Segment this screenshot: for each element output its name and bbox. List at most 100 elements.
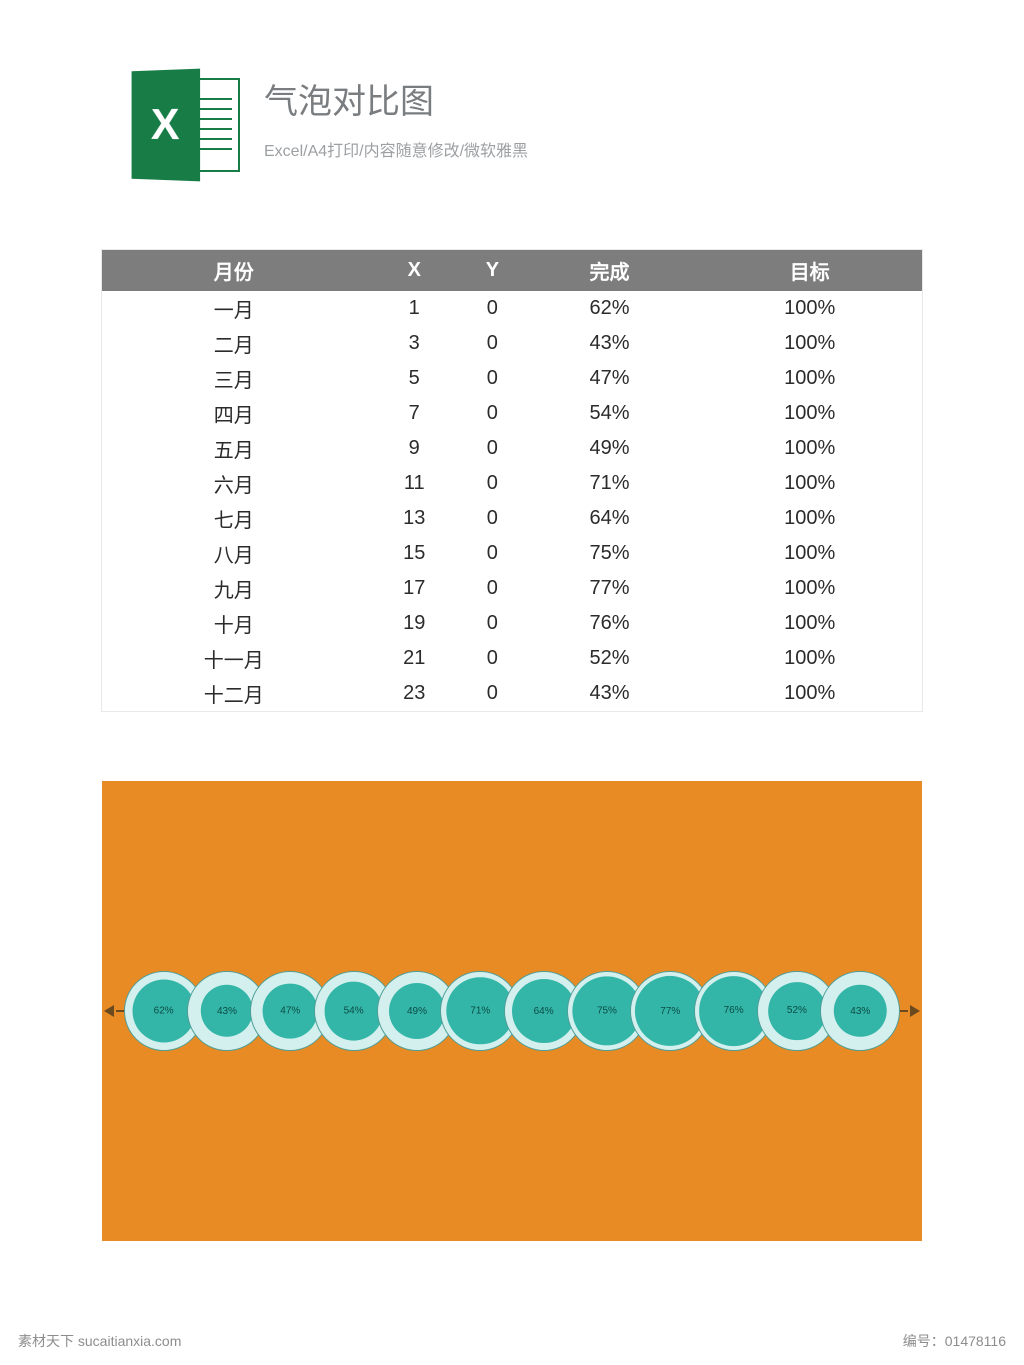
- cell-complete: 43%: [522, 676, 698, 711]
- cell-month: 九月: [102, 571, 365, 606]
- col-y: Y: [463, 250, 522, 291]
- cell-month: 六月: [102, 466, 365, 501]
- footer-source: 素材天下 sucaitianxia.com: [18, 1331, 181, 1351]
- cell-target: 100%: [697, 431, 922, 466]
- cell-complete: 43%: [522, 326, 698, 361]
- cell-complete: 54%: [522, 396, 698, 431]
- bubble-label: 76%: [724, 1005, 744, 1016]
- cell-x: 15: [365, 536, 463, 571]
- cell-y: 0: [463, 291, 522, 326]
- cell-y: 0: [463, 466, 522, 501]
- cell-x: 21: [365, 641, 463, 676]
- header: X 气泡对比图 Excel/A4打印/内容随意修改/微软雅黑: [102, 70, 922, 180]
- cell-target: 100%: [697, 606, 922, 641]
- excel-icon-letter: X: [151, 100, 180, 151]
- cell-target: 100%: [697, 291, 922, 326]
- data-table: 月份 X Y 完成 目标 一月1062%100%二月3043%100%三月504…: [102, 250, 922, 711]
- cell-month: 二月: [102, 326, 365, 361]
- table-row: 一月1062%100%: [102, 291, 922, 326]
- cell-month: 五月: [102, 431, 365, 466]
- bubble-label: 43%: [217, 1005, 237, 1016]
- table-row: 二月3043%100%: [102, 326, 922, 361]
- cell-complete: 52%: [522, 641, 698, 676]
- table-row: 三月5047%100%: [102, 361, 922, 396]
- bubble-slot: 64%: [512, 971, 575, 1051]
- cell-y: 0: [463, 571, 522, 606]
- bubble-slot: 76%: [702, 971, 765, 1051]
- footer: 素材天下 sucaitianxia.com 编号：01478116: [0, 1331, 1024, 1351]
- bubble-complete: 47%: [263, 984, 318, 1039]
- cell-x: 17: [365, 571, 463, 606]
- cell-x: 13: [365, 501, 463, 536]
- cell-target: 100%: [697, 676, 922, 711]
- cell-month: 三月: [102, 361, 365, 396]
- cell-x: 11: [365, 466, 463, 501]
- cell-y: 0: [463, 536, 522, 571]
- bubble-label: 52%: [787, 1006, 807, 1017]
- cell-x: 19: [365, 606, 463, 641]
- bubbles-row: 62% 43% 47% 54% 49%71%64% 75% 77% 76% 52% 43%: [132, 971, 892, 1051]
- table-row: 九月17077%100%: [102, 571, 922, 606]
- cell-y: 0: [463, 396, 522, 431]
- bubble-label: 62%: [154, 1005, 174, 1016]
- excel-icon: X: [130, 70, 240, 180]
- cell-y: 0: [463, 606, 522, 641]
- bubble-slot: 49%: [385, 971, 448, 1051]
- cell-x: 1: [365, 291, 463, 326]
- cell-month: 十月: [102, 606, 365, 641]
- cell-target: 100%: [697, 396, 922, 431]
- cell-complete: 76%: [522, 606, 698, 641]
- bubble-slot: 54%: [322, 971, 385, 1051]
- cell-y: 0: [463, 431, 522, 466]
- cell-month: 四月: [102, 396, 365, 431]
- cell-target: 100%: [697, 466, 922, 501]
- cell-complete: 71%: [522, 466, 698, 501]
- cell-month: 七月: [102, 501, 365, 536]
- cell-complete: 64%: [522, 501, 698, 536]
- footer-id: 编号：01478116: [903, 1331, 1006, 1351]
- bubble-complete: 52%: [768, 982, 826, 1040]
- bubble-slot: 71%: [449, 971, 512, 1051]
- table-row: 五月9049%100%: [102, 431, 922, 466]
- cell-complete: 75%: [522, 536, 698, 571]
- page-root: X 气泡对比图 Excel/A4打印/内容随意修改/微软雅黑 月份 X Y 完成…: [0, 0, 1024, 1365]
- cell-target: 100%: [697, 571, 922, 606]
- cell-month: 十二月: [102, 676, 365, 711]
- cell-complete: 77%: [522, 571, 698, 606]
- bubble-label: 75%: [597, 1006, 617, 1017]
- cell-y: 0: [463, 676, 522, 711]
- col-target: 目标: [697, 250, 922, 291]
- cell-y: 0: [463, 361, 522, 396]
- bubble-chart: 62% 43% 47% 54% 49%71%64% 75% 77% 76% 52% 43%: [102, 781, 922, 1241]
- col-x: X: [365, 250, 463, 291]
- table-body: 一月1062%100%二月3043%100%三月5047%100%四月7054%…: [102, 291, 922, 711]
- cell-target: 100%: [697, 501, 922, 536]
- cell-complete: 62%: [522, 291, 698, 326]
- col-month: 月份: [102, 250, 365, 291]
- bubble-slot: 43%: [195, 971, 258, 1051]
- cell-y: 0: [463, 501, 522, 536]
- bubble-label: 54%: [344, 1006, 364, 1017]
- col-complete: 完成: [522, 250, 698, 291]
- cell-x: 7: [365, 396, 463, 431]
- table-row: 四月7054%100%: [102, 396, 922, 431]
- page-subtitle: Excel/A4打印/内容随意修改/微软雅黑: [264, 137, 528, 161]
- bubble-complete: 49%: [389, 983, 445, 1039]
- cell-month: 一月: [102, 291, 365, 326]
- table-head: 月份 X Y 完成 目标: [102, 250, 922, 291]
- cell-target: 100%: [697, 326, 922, 361]
- bubble-label: 77%: [660, 1006, 680, 1017]
- cell-x: 23: [365, 676, 463, 711]
- content-wrap: X 气泡对比图 Excel/A4打印/内容随意修改/微软雅黑 月份 X Y 完成…: [102, 0, 922, 1241]
- bubble-slot: 43%: [829, 971, 892, 1051]
- bubble-label: 47%: [280, 1006, 300, 1017]
- excel-icon-book: X: [132, 69, 201, 182]
- bubble-label: 43%: [850, 1005, 870, 1016]
- cell-y: 0: [463, 641, 522, 676]
- axis-arrow-left-icon: [104, 1005, 114, 1017]
- page-title: 气泡对比图: [264, 74, 528, 123]
- bubble-complete: 62%: [132, 980, 195, 1043]
- table-row: 八月15075%100%: [102, 536, 922, 571]
- table-row: 十一月21052%100%: [102, 641, 922, 676]
- cell-month: 八月: [102, 536, 365, 571]
